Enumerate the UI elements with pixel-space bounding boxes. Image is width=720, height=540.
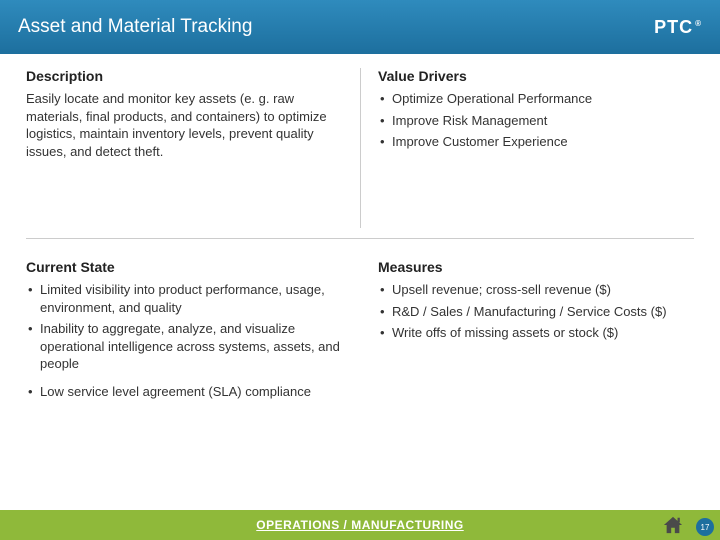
footer-category-link[interactable]: OPERATIONS / MANUFACTURING [256,518,463,532]
top-row: Description Easily locate and monitor ke… [26,68,694,239]
bottom-row: Current State Limited visibility into pr… [26,239,694,404]
list-item: R&D / Sales / Manufacturing / Service Co… [378,303,694,321]
registered-mark: ® [695,19,702,28]
list-item: Limited visibility into product performa… [26,281,342,316]
value-drivers-heading: Value Drivers [378,68,694,84]
list-item: Upsell revenue; cross-sell revenue ($) [378,281,694,299]
value-drivers-list: Optimize Operational Performance Improve… [378,90,694,151]
title-bar: Asset and Material Tracking PTC ® [0,0,720,54]
measures-section: Measures Upsell revenue; cross-sell reve… [360,259,694,404]
list-item: Improve Risk Management [378,112,694,130]
description-section: Description Easily locate and monitor ke… [26,68,360,188]
brand-logo-text: PTC [654,17,693,38]
slide-content: Description Easily locate and monitor ke… [0,54,720,404]
current-state-list: Limited visibility into product performa… [26,281,342,400]
measures-heading: Measures [378,259,694,275]
vertical-divider [360,68,361,228]
list-item: Write offs of missing assets or stock ($… [378,324,694,342]
page-number-badge: 17 [696,518,714,536]
list-item: Inability to aggregate, analyze, and vis… [26,320,342,373]
list-item: Low service level agreement (SLA) compli… [26,383,342,401]
home-icon[interactable] [662,515,684,535]
list-item: Optimize Operational Performance [378,90,694,108]
description-heading: Description [26,68,342,84]
page-number: 17 [701,523,710,532]
current-state-section: Current State Limited visibility into pr… [26,259,360,404]
footer-bar: OPERATIONS / MANUFACTURING [0,510,720,540]
measures-list: Upsell revenue; cross-sell revenue ($) R… [378,281,694,342]
current-state-heading: Current State [26,259,342,275]
list-item: Improve Customer Experience [378,133,694,151]
description-body: Easily locate and monitor key assets (e.… [26,90,342,160]
page-title: Asset and Material Tracking [18,16,252,38]
brand-logo: PTC ® [654,17,702,38]
value-drivers-section: Value Drivers Optimize Operational Perfo… [360,68,694,188]
